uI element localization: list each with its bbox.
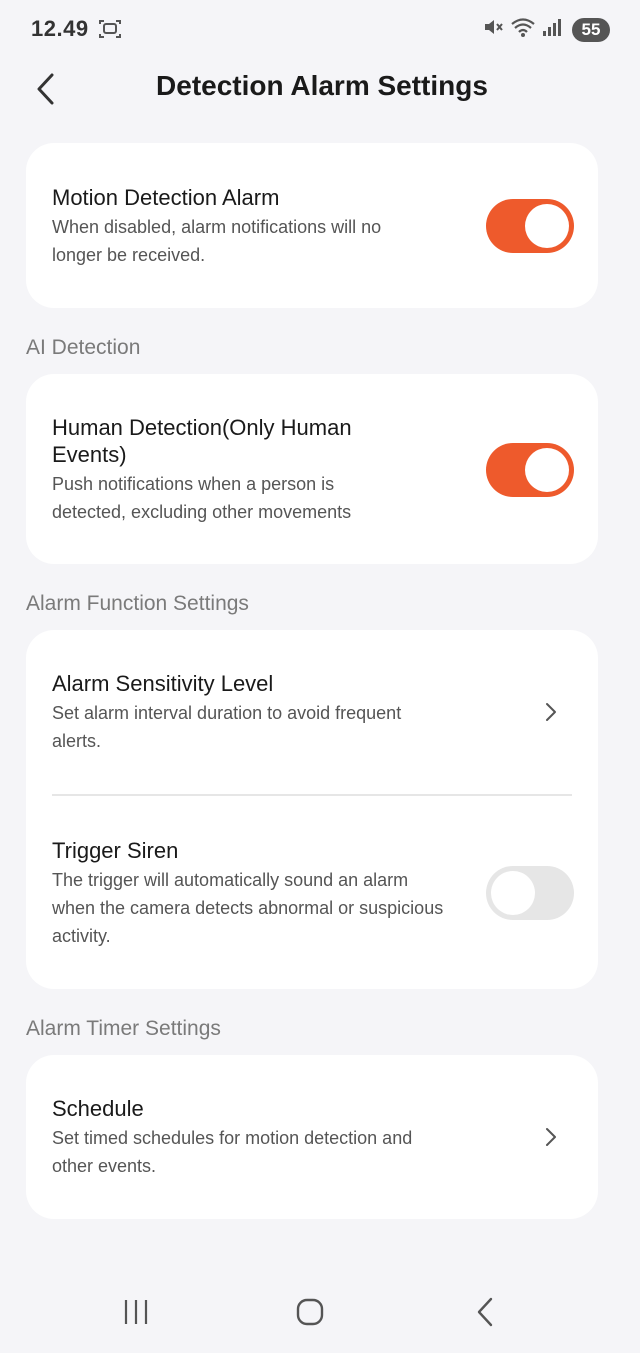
home-button[interactable]: [285, 1294, 335, 1330]
alarm-timer-label: Alarm Timer Settings: [26, 1017, 221, 1040]
human-detection-toggle[interactable]: [486, 443, 574, 497]
human-detection-row: Human Detection(Only Human Events) Push …: [52, 414, 398, 526]
human-detection-desc: Push notifications when a person is dete…: [52, 474, 352, 522]
alarm-timer-card: Schedule Set timed schedules for motion …: [26, 1055, 598, 1219]
nav-bar: [0, 1268, 640, 1353]
trigger-siren-title: Trigger Siren: [52, 838, 179, 863]
human-detection-title: Human Detection(Only Human Events): [52, 415, 352, 467]
alarm-function-card: Alarm Sensitivity Level Set alarm interv…: [26, 630, 598, 989]
toggle-knob: [525, 204, 569, 248]
human-detection-card: Human Detection(Only Human Events) Push …: [26, 374, 598, 564]
status-time: 12.49: [31, 16, 89, 41]
status-icons: 55: [482, 16, 610, 43]
motion-alarm-toggle[interactable]: [486, 199, 574, 253]
recent-apps-icon: [124, 1300, 148, 1324]
sensitivity-desc: Set alarm interval duration to avoid fre…: [52, 703, 402, 751]
back-icon: [477, 1297, 493, 1327]
toggle-knob: [491, 871, 535, 915]
wifi-icon: [510, 16, 536, 43]
toggle-knob: [525, 448, 569, 492]
motion-alarm-row: Motion Detection Alarm When disabled, al…: [52, 184, 408, 269]
home-icon: [296, 1298, 324, 1326]
nav-back-button[interactable]: [460, 1294, 510, 1330]
sensitivity-chevron-icon[interactable]: [540, 701, 562, 723]
mute-icon: [482, 16, 504, 43]
schedule-row[interactable]: Schedule Set timed schedules for motion …: [52, 1095, 448, 1180]
sensitivity-title: Alarm Sensitivity Level: [52, 671, 274, 696]
signal-icon: [542, 17, 562, 42]
battery-indicator: 55: [572, 17, 610, 42]
ai-detection-label: AI Detection: [26, 336, 141, 359]
motion-alarm-title: Motion Detection Alarm: [52, 185, 280, 210]
page-title: Detection Alarm Settings: [156, 70, 488, 101]
schedule-chevron-icon[interactable]: [540, 1126, 562, 1148]
alarm-function-label: Alarm Function Settings: [26, 592, 249, 615]
screenshot-icon: [98, 18, 122, 45]
schedule-desc: Set timed schedules for motion detection…: [52, 1128, 413, 1176]
header: Detection Alarm Settings: [0, 58, 640, 118]
sensitivity-row[interactable]: Alarm Sensitivity Level Set alarm interv…: [52, 670, 448, 755]
divider: [52, 794, 572, 796]
schedule-title: Schedule: [52, 1096, 144, 1121]
motion-alarm-card: Motion Detection Alarm When disabled, al…: [26, 143, 598, 308]
trigger-siren-desc: The trigger will automatically sound an …: [52, 870, 444, 946]
trigger-siren-row: Trigger Siren The trigger will automatic…: [52, 837, 448, 950]
motion-alarm-desc: When disabled, alarm notifications will …: [52, 217, 382, 265]
trigger-siren-toggle[interactable]: [486, 866, 574, 920]
recent-apps-button[interactable]: [111, 1294, 161, 1330]
status-bar: 12.49 55: [0, 0, 640, 58]
